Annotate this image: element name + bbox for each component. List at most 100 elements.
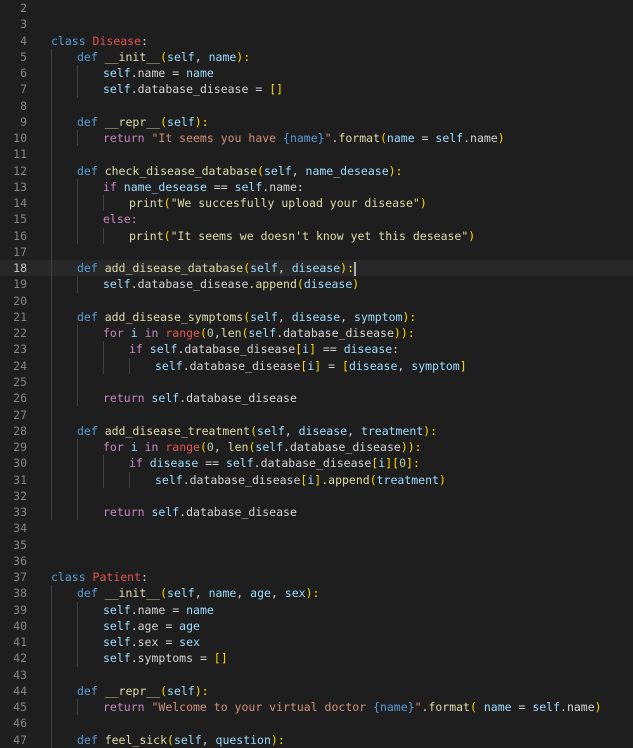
code-token: ( <box>257 163 264 178</box>
code-token: ): <box>194 114 209 129</box>
code-text: self.sex = sex <box>103 634 200 650</box>
code-token: if <box>129 456 150 471</box>
code-token: def <box>77 114 105 129</box>
code-token: , <box>277 309 292 324</box>
code-token: ] <box>309 342 316 357</box>
code-line[interactable]: 28 def add_disease_treatment(self, diseas… <box>0 423 633 439</box>
code-token: self <box>167 114 195 129</box>
indent-guide <box>51 48 52 521</box>
code-line[interactable]: 41 self.sex = sex <box>0 634 633 650</box>
code-line[interactable]: 23 if self.database_disease[i] == disease… <box>0 341 633 357</box>
code-token: 0 <box>206 440 214 455</box>
code-token: .append <box>321 472 370 487</box>
line-number: 43 <box>13 667 27 682</box>
code-line[interactable]: 8 <box>0 98 633 114</box>
line-number: 42 <box>13 651 27 666</box>
code-line[interactable]: 21 def add_disease_symptoms(self, disease… <box>0 309 633 325</box>
code-line[interactable]: 18 def add_disease_database(self, disease… <box>0 260 633 277</box>
line-number: 12 <box>13 163 27 178</box>
code-token: , <box>347 423 361 438</box>
code-line[interactable]: 47 def feel_sick(self, question): <box>0 732 633 748</box>
code-line[interactable]: 30 if disease == self.database_disease[i]… <box>0 455 633 471</box>
code-line[interactable]: 33 return self.database_disease <box>0 504 633 520</box>
code-line[interactable]: 19 self.database_disease.append(disease) <box>0 276 633 292</box>
code-line[interactable]: 22 for i in range(0,len(self.database_dis… <box>0 325 633 341</box>
code-token: ( <box>163 228 171 243</box>
code-line[interactable]: 37 class Patient: <box>0 569 633 585</box>
code-token: self <box>225 456 254 471</box>
code-line[interactable]: 43 <box>0 667 633 683</box>
code-token: "Welcome to your virtual doctor <box>151 700 374 715</box>
code-token: return <box>103 505 152 520</box>
indent-guide <box>77 699 78 716</box>
code-token: .format <box>331 131 380 146</box>
code-token: .format <box>421 700 470 715</box>
code-token: {name} <box>283 131 325 146</box>
line-number: 6 <box>20 66 27 81</box>
code-line[interactable]: 7 self.database_disease = [] <box>0 81 633 97</box>
code-line[interactable]: 12 def check_disease_database(self, name_… <box>0 163 633 179</box>
code-line[interactable]: 32 <box>0 488 633 504</box>
code-line[interactable]: 4 class Disease: <box>0 33 633 49</box>
code-token: self <box>103 618 131 633</box>
code-token: ( <box>160 49 168 64</box>
code-line[interactable]: 35 <box>0 537 633 553</box>
code-token: , <box>340 309 355 324</box>
code-editor[interactable]: 2 3 4 class Disease: 5 def __init__(self, nam… <box>0 0 633 748</box>
code-token: add_disease_symptoms <box>104 309 244 324</box>
code-text: self.database_disease[i].append(treatmen… <box>155 472 446 488</box>
code-line[interactable]: 27 <box>0 407 633 423</box>
code-token: self <box>167 586 195 601</box>
code-line[interactable]: 42 self.symptoms = [] <box>0 650 633 666</box>
code-line[interactable]: 34 <box>0 520 633 536</box>
code-token: ): <box>402 309 417 324</box>
code-line[interactable]: 17 <box>0 244 633 260</box>
code-token: self <box>103 635 131 650</box>
code-line[interactable]: 16 print("It seems we doesn't know yet th… <box>0 228 633 244</box>
code-line[interactable]: 25 <box>0 374 633 390</box>
code-token: range <box>165 326 200 341</box>
code-token: __init__ <box>104 586 161 601</box>
code-line[interactable]: 15 else: <box>0 211 633 227</box>
line-number: 33 <box>13 505 27 520</box>
code-token: .database_disease <box>177 342 296 357</box>
code-line[interactable]: 44 def __repr__(self): <box>0 683 633 699</box>
code-line[interactable]: 46 <box>0 715 633 731</box>
code-line[interactable]: 40 self.age = age <box>0 618 633 634</box>
code-line[interactable]: 13 if name_desease == self.name: <box>0 179 633 195</box>
code-line[interactable]: 6 self.name = name <box>0 65 633 81</box>
line-number: 14 <box>13 196 27 211</box>
code-line[interactable]: 39 self.name = name <box>0 602 633 618</box>
code-token: )): <box>400 440 422 455</box>
code-line[interactable]: 36 <box>0 553 633 569</box>
code-line[interactable]: 14 print("We succesfully upload your dise… <box>0 195 633 211</box>
code-line[interactable]: 9 def __repr__(self): <box>0 114 633 130</box>
code-token: , <box>270 586 285 601</box>
code-line[interactable]: 26 return self.database_disease <box>0 390 633 406</box>
code-line[interactable]: 11 <box>0 146 633 162</box>
code-line[interactable]: 10 return "It seems you have {name}".form… <box>0 130 633 146</box>
code-line[interactable]: 3 <box>0 16 633 32</box>
line-number: 39 <box>13 602 27 617</box>
code-line[interactable]: 31 self.database_disease[i].append(treatm… <box>0 472 633 488</box>
code-token: )): <box>393 326 415 341</box>
code-line[interactable]: 24 self.database_disease[i] = [disease, s… <box>0 358 633 374</box>
code-token: sex <box>179 635 200 650</box>
code-line[interactable]: 45 return "Welcome to your virtual doctor… <box>0 699 633 715</box>
code-line[interactable]: 2 <box>0 0 633 16</box>
line-number: 46 <box>13 716 27 731</box>
code-token: " <box>324 131 332 146</box>
code-line[interactable]: 29 for i in range(0, len(self.database_di… <box>0 439 633 455</box>
code-token: self <box>532 700 561 715</box>
line-number: 2 <box>20 1 27 15</box>
code-token: = <box>511 700 533 715</box>
code-token: .database_disease <box>276 326 394 341</box>
code-line[interactable]: 20 <box>0 293 633 309</box>
code-line[interactable]: 38 def __init__(self, name, age, sex): <box>0 585 633 601</box>
code-token: self <box>167 49 195 64</box>
code-token: ( <box>163 196 171 211</box>
code-token: ( <box>199 326 207 341</box>
code-token: self <box>151 505 180 520</box>
code-line[interactable]: 5 def __init__(self, name): <box>0 49 633 65</box>
code-token: self <box>167 683 195 698</box>
